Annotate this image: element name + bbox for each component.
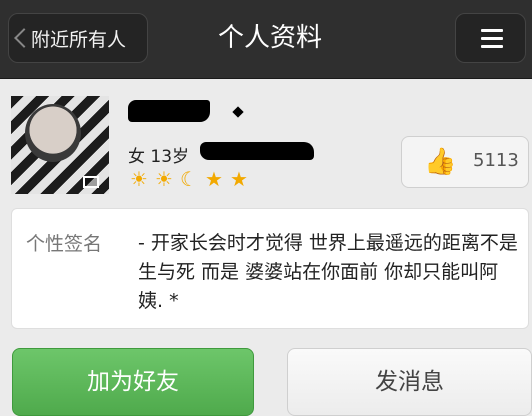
gender-age: 女 13岁 — [128, 147, 190, 167]
sun-icon: ☀ — [155, 167, 173, 191]
back-button[interactable]: 附近所有人 — [8, 13, 148, 63]
send-message-button[interactable]: 发消息 — [287, 348, 532, 416]
level-badges: ☀ ☀ ☾ ★ ★ — [128, 168, 250, 190]
back-button-label: 附近所有人 — [31, 28, 127, 51]
avatar-photo — [25, 104, 81, 162]
like-count: 5113 — [473, 150, 519, 171]
sun-icon: ☀ — [130, 167, 148, 191]
menu-button[interactable] — [455, 13, 526, 63]
signature-card: 个性签名 - 开家长会时才觉得 世界上最遥远的距离不是生与死 而是 婆婆站在你面… — [11, 208, 529, 329]
thumbs-up-icon: 👍 — [424, 147, 457, 177]
top-bar: 附近所有人 个人资料 — [0, 0, 532, 79]
moon-icon: ☾ — [180, 167, 198, 191]
page-title: 个人资料 — [217, 23, 322, 53]
menu-icon-bar — [481, 37, 503, 40]
diamond-icon — [232, 106, 244, 118]
star-icon: ★ — [230, 167, 248, 191]
image-icon — [83, 176, 99, 188]
menu-icon — [481, 29, 503, 32]
star-icon: ★ — [205, 167, 223, 191]
redacted-nickname — [128, 100, 210, 122]
avatar[interactable] — [11, 96, 109, 194]
like-button[interactable]: 👍 5113 — [401, 136, 529, 188]
add-friend-button[interactable]: 加为好友 — [12, 348, 254, 416]
signature-label: 个性签名 — [26, 233, 103, 255]
signature-text: - 开家长会时才觉得 世界上最遥远的距离不是生与死 而是 婆婆站在你面前 你却只… — [138, 232, 518, 312]
redacted-details — [200, 142, 314, 160]
menu-icon-bar — [481, 45, 503, 48]
